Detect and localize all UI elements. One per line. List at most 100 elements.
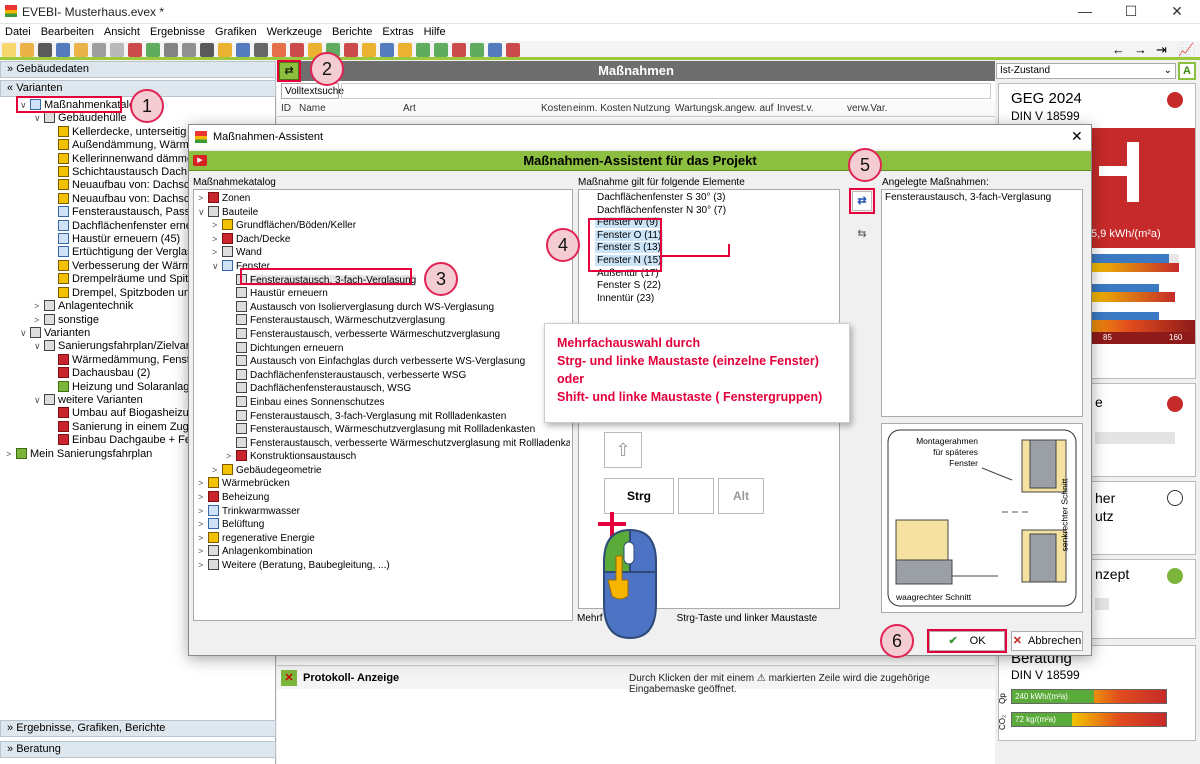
catalog-item[interactable]: > Wand bbox=[198, 246, 570, 260]
menu-5[interactable]: Werkzeuge bbox=[262, 24, 327, 40]
chevron-right-icon[interactable]: > bbox=[212, 246, 222, 259]
column-header[interactable]: einm. Kosten bbox=[573, 103, 631, 114]
chevron-right-icon[interactable]: > bbox=[212, 233, 222, 246]
toolbar-button-icon-1[interactable] bbox=[20, 43, 34, 57]
catalog-item[interactable]: > Konstruktionsaustausch bbox=[198, 450, 570, 464]
toolbar-button-icon-16[interactable] bbox=[290, 43, 304, 57]
chevron-right-icon[interactable]: > bbox=[6, 448, 16, 461]
catalog-item[interactable]: > Trinkwarmwasser bbox=[198, 504, 570, 519]
column-header[interactable]: ID bbox=[281, 103, 291, 114]
toolbar-button-icon-4[interactable] bbox=[74, 43, 88, 57]
toolbar-button-icon-11[interactable] bbox=[200, 43, 214, 57]
catalog-item[interactable]: > regenerative Energie bbox=[198, 531, 570, 546]
chevron-right-icon[interactable]: > bbox=[198, 532, 208, 545]
catalog-item[interactable]: > Weitere (Beratung, Baubegleitung, ...) bbox=[198, 559, 570, 573]
chevron-right-icon[interactable]: > bbox=[198, 491, 208, 504]
catalog-item[interactable]: Dichtungen erneuern bbox=[198, 341, 570, 356]
catalog-item[interactable]: > Grundflächen/Böden/Keller bbox=[198, 219, 570, 233]
column-header[interactable]: verw.Var. bbox=[847, 103, 887, 114]
chevron-right-icon[interactable]: > bbox=[198, 477, 208, 490]
chevron-right-icon[interactable]: > bbox=[198, 505, 208, 518]
element-item[interactable]: Dachflächenfenster S 30° (3) bbox=[585, 192, 825, 205]
catalog-item[interactable]: > Gebäudegeometrie bbox=[198, 463, 570, 478]
menu-7[interactable]: Extras bbox=[377, 24, 418, 40]
catalog-item[interactable]: > Zonen bbox=[198, 192, 570, 206]
toolbar-button-icon-6[interactable] bbox=[110, 43, 124, 57]
menu-0[interactable]: Datei bbox=[0, 24, 36, 40]
variant-select[interactable]: Ist-Zustand ⌄ bbox=[996, 63, 1176, 79]
menu-6[interactable]: Berichte bbox=[327, 24, 377, 40]
chevron-right-icon[interactable]: > bbox=[226, 450, 236, 463]
toolbar-button-icon-15[interactable] bbox=[272, 43, 286, 57]
created-panel[interactable]: Fensteraustausch, 3-fach-Verglasung bbox=[881, 189, 1083, 417]
toolbar-button-icon-23[interactable] bbox=[416, 43, 430, 57]
column-header[interactable]: Wartungsk. bbox=[675, 103, 725, 114]
catalog-item[interactable]: Fensteraustausch, Wärmeschutzverglasung bbox=[198, 314, 570, 328]
catalog-tree[interactable]: > Zonen ∨ Bauteile > Grundflächen/Böden/Kelle… bbox=[198, 192, 570, 573]
catalog-item[interactable]: > Dach/Decke bbox=[198, 232, 570, 247]
protokoll-close-icon[interactable]: ✕ bbox=[281, 670, 297, 686]
toolbar-button-icon-9[interactable] bbox=[164, 43, 178, 57]
toolbar-button-icon-5[interactable] bbox=[92, 43, 106, 57]
search-input[interactable] bbox=[341, 83, 991, 99]
chart-icon[interactable]: 📈 bbox=[1178, 42, 1194, 58]
catalog-item[interactable]: ∨ Bauteile bbox=[198, 205, 570, 220]
chevron-right-icon[interactable]: > bbox=[212, 464, 222, 477]
toolbar-button-icon-21[interactable] bbox=[380, 43, 394, 57]
column-header[interactable]: Invest.v. bbox=[777, 103, 814, 114]
element-item[interactable]: Dachflächenfenster N 30° (7) bbox=[585, 205, 825, 218]
jump-icon[interactable]: ⇥ bbox=[1156, 42, 1167, 58]
cancel-button[interactable]: ✕ Abbrechen bbox=[1011, 631, 1083, 651]
catalog-item[interactable]: Austausch von Isolierverglasung durch WS… bbox=[198, 300, 570, 315]
chevron-right-icon[interactable]: > bbox=[34, 300, 44, 313]
chevron-right-icon[interactable]: > bbox=[198, 559, 208, 572]
catalog-item[interactable]: Fensteraustausch, verbesserte Wärmeschut… bbox=[198, 327, 570, 342]
chevron-down-icon[interactable]: ∨ bbox=[34, 340, 44, 353]
catalog-item[interactable]: Dachflächenfensteraustausch, WSG bbox=[198, 382, 570, 396]
catalog-tree-panel[interactable]: > Zonen ∨ Bauteile > Grundflächen/Böden/Kelle… bbox=[193, 189, 573, 621]
catalog-item[interactable]: Einbau eines Sonnenschutzes bbox=[198, 395, 570, 410]
toolbar-button-icon-26[interactable] bbox=[470, 43, 484, 57]
toolbar-button-icon-7[interactable] bbox=[128, 43, 142, 57]
catalog-item[interactable]: > Belüftung bbox=[198, 518, 570, 532]
catalog-item[interactable]: Fensteraustausch, 3-fach-Verglasung mit … bbox=[198, 409, 570, 424]
chevron-right-icon[interactable]: > bbox=[198, 518, 208, 531]
created-list[interactable]: Fensteraustausch, 3-fach-Verglasung bbox=[885, 192, 1051, 203]
ergebnisse-header[interactable]: » Ergebnisse, Grafiken, Berichte bbox=[0, 720, 276, 737]
toolbar-button-icon-28[interactable] bbox=[506, 43, 520, 57]
chevron-right-icon[interactable]: > bbox=[212, 219, 222, 232]
column-header[interactable]: Kosten bbox=[541, 103, 572, 114]
toolbar-button-icon-0[interactable] bbox=[2, 43, 16, 57]
catalog-item[interactable]: Fensteraustausch, Wärmeschutzverglasung … bbox=[198, 423, 570, 437]
toolbar-button-icon-14[interactable] bbox=[254, 43, 268, 57]
toolbar-button-icon-25[interactable] bbox=[452, 43, 466, 57]
toolbar-button-icon-27[interactable] bbox=[488, 43, 502, 57]
maximize-button[interactable]: ☐ bbox=[1108, 0, 1154, 24]
beratung-header[interactable]: » Beratung bbox=[0, 741, 276, 758]
close-button[interactable]: ✕ bbox=[1154, 0, 1200, 24]
toolbar-button-icon-22[interactable] bbox=[398, 43, 412, 57]
toolbar-button-icon-8[interactable] bbox=[146, 43, 160, 57]
column-header[interactable]: angew. auf bbox=[725, 103, 773, 114]
menu-1[interactable]: Bearbeiten bbox=[36, 24, 99, 40]
chevron-down-icon[interactable]: ∨ bbox=[34, 394, 44, 407]
chevron-down-icon[interactable]: ∨ bbox=[34, 112, 44, 125]
column-header[interactable]: Nutzung bbox=[633, 103, 670, 114]
chevron-down-icon[interactable]: ∨ bbox=[198, 206, 208, 219]
toolbar-button-icon-2[interactable] bbox=[38, 43, 52, 57]
catalog-item[interactable]: Haustür erneuern bbox=[198, 287, 570, 301]
catalog-item[interactable]: > Wärmebrücken bbox=[198, 477, 570, 491]
catalog-item[interactable]: > Beheizung bbox=[198, 491, 570, 505]
created-item[interactable]: Fensteraustausch, 3-fach-Verglasung bbox=[885, 192, 1051, 203]
menu-8[interactable]: Hilfe bbox=[419, 24, 451, 40]
column-header[interactable]: Art bbox=[403, 103, 416, 114]
chevron-right-icon[interactable]: > bbox=[198, 545, 208, 558]
catalog-item[interactable]: > Anlagenkombination bbox=[198, 545, 570, 559]
dialog-close-icon[interactable]: ✕ bbox=[1071, 128, 1083, 145]
menu-4[interactable]: Grafiken bbox=[210, 24, 262, 40]
chevron-right-icon[interactable]: > bbox=[34, 314, 44, 327]
toolbar-button-icon-3[interactable] bbox=[56, 43, 70, 57]
minimize-button[interactable]: — bbox=[1062, 0, 1108, 24]
remove-measure-button[interactable]: ⇆ bbox=[853, 225, 871, 243]
gebaeudedaten-header[interactable]: » Gebäudedaten bbox=[0, 61, 276, 78]
